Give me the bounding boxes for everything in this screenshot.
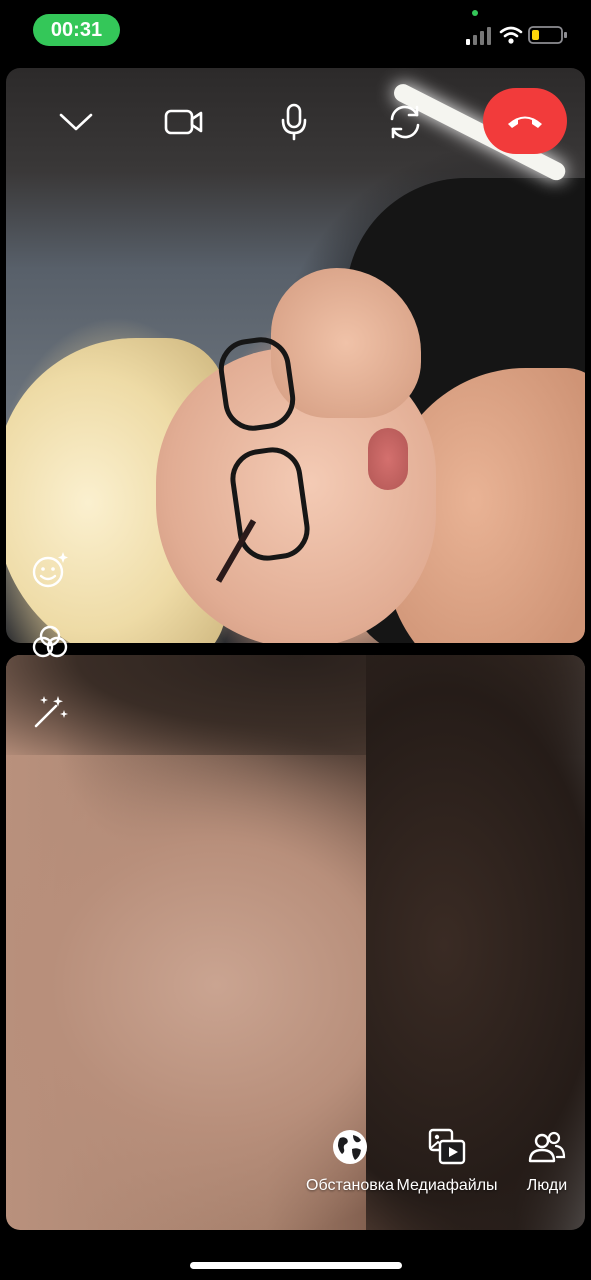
media-files-icon	[428, 1128, 466, 1165]
flip-camera-button[interactable]	[383, 100, 427, 144]
people-label: Люди	[526, 1177, 568, 1194]
filters-button[interactable]	[28, 620, 72, 664]
chevron-down-icon	[59, 113, 93, 131]
scene-label: Обстановка	[306, 1177, 394, 1194]
flip-camera-icon	[390, 105, 420, 139]
home-indicator[interactable]	[190, 1262, 402, 1269]
magic-wand-button[interactable]	[28, 690, 72, 734]
status-bar: 00:31	[0, 0, 591, 62]
camera-in-use-indicator	[472, 10, 478, 16]
media-label: Медиафайлы	[396, 1177, 498, 1194]
filters-icon	[32, 625, 68, 658]
people-icon	[528, 1131, 566, 1163]
people-button[interactable]: Люди	[514, 1125, 580, 1205]
video-camera-icon	[164, 109, 203, 135]
call-controls	[6, 88, 585, 158]
face-effects-icon	[32, 552, 68, 588]
face-effects-button[interactable]	[28, 548, 72, 592]
wifi-icon	[499, 26, 523, 44]
end-call-icon	[508, 116, 542, 128]
call-bottom-toolbar: Обстановка Медиафайлы Люди	[290, 1125, 586, 1205]
microphone-icon	[281, 103, 307, 141]
minimize-button[interactable]	[54, 100, 98, 144]
time-pill[interactable]: 00:31	[33, 14, 120, 46]
end-call-button[interactable]	[483, 88, 567, 154]
cellular-signal-icon	[466, 27, 491, 45]
microphone-toggle-button[interactable]	[272, 100, 316, 144]
magic-wand-icon	[34, 696, 68, 728]
effects-toolbar	[28, 548, 72, 738]
battery-icon	[528, 26, 567, 44]
media-button[interactable]: Медиафайлы	[382, 1125, 512, 1205]
globe-icon	[333, 1130, 367, 1164]
camera-toggle-button[interactable]	[162, 100, 206, 144]
